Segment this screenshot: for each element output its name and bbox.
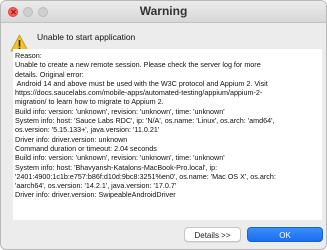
error-line: details. Original error: [15,69,84,79]
title-bar: Warning [1,1,326,23]
error-line: migration/ to learn how to migrate to Ap… [15,97,164,107]
ok-button[interactable]: OK [247,227,323,242]
error-line: https://docs.saucelabs.com/mobile-apps/a… [15,88,263,98]
dialog-heading: Unable to start application [37,32,136,42]
error-line: Unable to create a new remote session. P… [15,60,261,70]
error-line: '2401:4900:1c1b:e757:b86f:d10d:9bc8:3251… [15,171,276,181]
error-line: Driver info: driver.version: SwipeableAn… [15,190,176,200]
error-line: os.version: '5.15.133+', java.version: '… [15,125,160,135]
error-line: Build info: version: 'unknown', revision… [15,106,225,116]
error-line: System info: host: 'Sauce Labs RDC', ip:… [15,116,275,126]
warning-dialog: Warning Unable to start application Reas… [0,0,327,250]
error-details-textarea[interactable]: Reason: Unable to create a new remote se… [13,49,322,220]
error-line: System info: host: 'Bhavyansh-Katalons-M… [15,162,218,172]
error-line: Android 14 and above must be used with t… [15,78,268,88]
error-line: 'aarch64', os.version: '14.2.1', java.ve… [15,181,177,191]
error-line: Driver info: driver.version: unknown [15,134,128,144]
error-line: Command duration or timeout: 2.04 second… [15,143,157,153]
details-button[interactable]: Details >> [184,227,241,242]
error-line: Reason: [15,51,42,60]
error-line: Build info: version: 'unknown', revision… [15,153,225,163]
window-title: Warning [139,4,188,18]
